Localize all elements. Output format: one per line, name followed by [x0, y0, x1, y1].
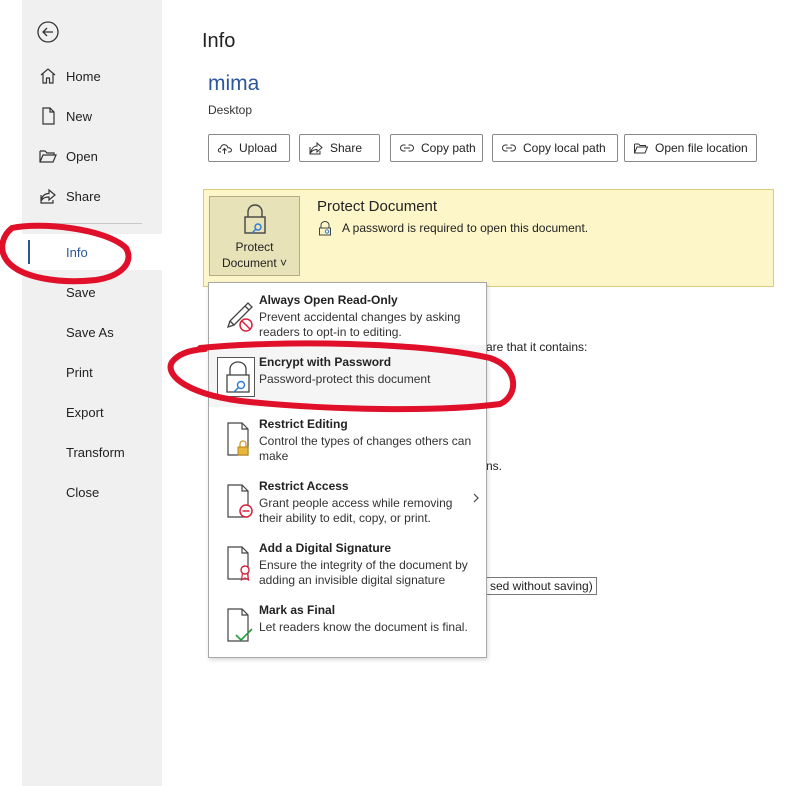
nav-share-label: Share — [66, 188, 101, 204]
upload-cloud-icon — [217, 144, 233, 154]
nav-home-label: Home — [66, 68, 101, 84]
document-restrict-icon — [227, 484, 253, 518]
chevron-right-icon — [473, 493, 479, 503]
back-arrow-icon — [37, 21, 59, 43]
folder-open-icon — [39, 150, 57, 163]
upload-button[interactable]: Upload — [208, 134, 290, 162]
menu-item-title: Mark as Final — [259, 603, 336, 617]
nav-save[interactable]: Save — [22, 274, 162, 310]
upload-label: Upload — [239, 141, 278, 155]
menu-item-title: Always Open Read-Only — [259, 293, 398, 307]
menu-item-title: Restrict Access — [259, 479, 349, 493]
link-icon — [399, 144, 415, 152]
nav-new-label: New — [66, 108, 93, 124]
menu-item-restrict-editing[interactable]: Restrict Editing Control the types of ch… — [209, 407, 486, 469]
menu-item-always-open-read-only[interactable]: Always Open Read-Only Prevent accidental… — [209, 283, 486, 345]
menu-item-description: Ensure the integrity of the document by … — [259, 558, 468, 587]
copy-local-path-button[interactable]: Copy local path — [492, 134, 618, 162]
menu-item-description: Password-protect this document — [259, 372, 431, 386]
menu-item-add-digital-signature[interactable]: Add a Digital Signature Ensure the integ… — [209, 531, 486, 593]
page-title: Info — [202, 30, 236, 52]
share-button[interactable]: Share — [299, 134, 380, 162]
lock-key-icon — [319, 220, 331, 236]
menu-item-description: Prevent accidental changes by asking rea… — [259, 310, 461, 339]
nav-open[interactable]: Open — [22, 138, 162, 174]
nav-save-as-label: Save As — [66, 324, 114, 340]
document-check-icon — [227, 608, 253, 642]
nav-transform-label: Transform — [66, 444, 125, 460]
share-label: Share — [330, 141, 363, 155]
nav-new[interactable]: New — [22, 98, 162, 134]
home-icon — [40, 68, 56, 84]
selected-indicator — [28, 240, 30, 264]
folder-open-icon — [634, 143, 649, 154]
nav-open-label: Open — [66, 148, 98, 164]
nav-export[interactable]: Export — [22, 394, 162, 430]
nav-close-label: Close — [66, 484, 100, 500]
back-button[interactable] — [36, 20, 60, 44]
menu-item-title: Add a Digital Signature — [259, 541, 392, 555]
new-document-icon — [42, 107, 55, 125]
protect-document-button[interactable]: Protect Document ˅ — [209, 196, 300, 276]
document-lock-icon — [227, 422, 249, 456]
background-text: ns. — [486, 459, 503, 473]
share-icon — [40, 188, 56, 204]
lock-key-icon — [226, 361, 250, 393]
protect-description: A password is required to open this docu… — [342, 221, 589, 235]
copy-local-path-label: Copy local path — [523, 141, 606, 155]
nav-home[interactable]: Home — [22, 58, 162, 94]
menu-item-description: Let readers know the document is final. — [259, 620, 468, 634]
protect-title: Protect Document — [317, 198, 438, 215]
protect-button-line2: Document ˅ — [221, 256, 288, 270]
lock-key-icon — [244, 204, 266, 234]
open-file-location-button[interactable]: Open file location — [624, 134, 757, 162]
document-location: Desktop — [208, 103, 253, 117]
protect-button-line1: Protect — [235, 240, 274, 254]
nav-save-label: Save — [66, 284, 96, 300]
protect-document-menu: Always Open Read-Only Prevent accidental… — [208, 282, 487, 658]
menu-item-description: Control the types of changes others can … — [259, 434, 472, 463]
link-icon — [501, 144, 517, 152]
menu-item-mark-as-final[interactable]: Mark as Final Let readers know the docum… — [209, 593, 486, 655]
backstage-sidebar: Home New Open Share Info Save Save As Pr… — [22, 0, 162, 786]
pencil-no-icon — [226, 302, 253, 332]
nav-save-as[interactable]: Save As — [22, 314, 162, 350]
nav-divider — [32, 223, 142, 224]
menu-item-description: Grant people access while removing their… — [259, 496, 453, 525]
nav-print-label: Print — [66, 364, 93, 380]
protect-document-panel: Protect Document ˅ Protect Document A pa… — [203, 189, 774, 287]
menu-item-encrypt-with-password[interactable]: Encrypt with Password Password-protect t… — [209, 345, 486, 407]
document-name: mima — [208, 72, 260, 95]
nav-info-label: Info — [66, 244, 88, 260]
document-ribbon-icon — [227, 546, 250, 582]
nav-transform[interactable]: Transform — [22, 434, 162, 470]
copy-path-button[interactable]: Copy path — [390, 134, 483, 162]
left-margin — [0, 0, 22, 786]
nav-close[interactable]: Close — [22, 474, 162, 510]
menu-item-restrict-access[interactable]: Restrict Access Grant people access whil… — [209, 469, 486, 531]
copy-path-label: Copy path — [421, 141, 476, 155]
open-file-location-label: Open file location — [655, 141, 748, 155]
nav-print[interactable]: Print — [22, 354, 162, 390]
menu-item-title: Encrypt with Password — [259, 355, 392, 369]
share-icon — [309, 141, 323, 155]
menu-item-title: Restrict Editing — [259, 417, 348, 431]
background-text: are that it contains: — [486, 340, 588, 354]
nav-export-label: Export — [66, 404, 104, 420]
background-text: sed without saving) — [486, 577, 597, 595]
nav-info[interactable]: Info — [22, 234, 162, 270]
nav-share[interactable]: Share — [22, 178, 162, 214]
